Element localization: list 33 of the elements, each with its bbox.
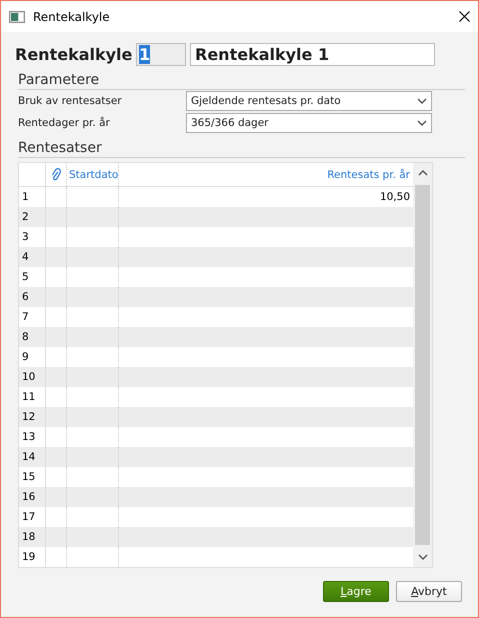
row-number: 10 [19,367,46,387]
paperclip-icon [51,168,61,181]
column-header[interactable]: Startdato [67,163,119,186]
row-number: 6 [19,287,46,307]
field-label: Bruk av rentesatser [18,95,123,107]
scroll-down-icon [418,554,428,560]
field-label: Rentedager pr. år [18,117,111,129]
dropdown[interactable]: 365/366 dager [186,113,432,133]
window-title: Rentekalkyle [33,10,111,24]
save-button[interactable]: Lagre [323,581,389,602]
app-icon [9,10,25,22]
dropdown[interactable]: Gjeldende rentesats pr. dato [186,91,432,111]
name-field[interactable]: Rentekalkyle 1 [190,42,435,66]
section-heading: Rentesatser [18,140,465,158]
row-number: 18 [19,527,46,547]
row-number: 2 [19,207,46,227]
scroll-up-icon [418,170,428,176]
table-cell-text: 10,50 [378,190,411,205]
scrollbar[interactable] [413,163,432,567]
column-header[interactable]: Rentesats pr. år [119,163,413,186]
chevron-down-icon [417,98,427,104]
row-number: 14 [19,447,46,467]
row-number: 8 [19,327,46,347]
section-heading: Parametere [18,72,465,90]
row-number: 12 [19,407,46,427]
form-title: Rentekalkyle [15,44,134,64]
number-field[interactable]: 1 [136,42,186,66]
cancel-button[interactable]: Avbryt [396,581,462,602]
row-number: 19 [19,547,46,567]
chevron-down-icon [417,120,427,126]
close-icon[interactable] [459,11,470,22]
row-number: 16 [19,487,46,507]
row-number: 4 [19,247,46,267]
